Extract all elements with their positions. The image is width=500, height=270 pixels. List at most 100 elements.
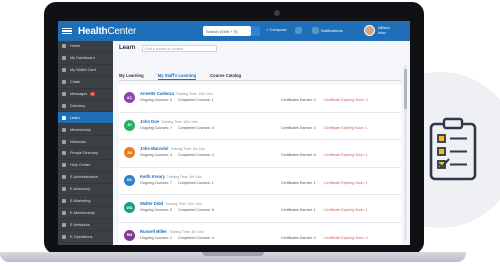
certificate-expiring: Certificate Expiring Soon: 4 xyxy=(324,236,368,240)
apps-button[interactable] xyxy=(295,27,302,34)
table-row[interactable]: WD Walter Didd Training Time: 10hr 14m Ongo… xyxy=(119,195,401,223)
sidebar-item[interactable]: Networks xyxy=(58,136,113,149)
completed-count: 1 xyxy=(211,180,214,185)
staff-name[interactable]: Russell Miller Training Time: 4hr 14m xyxy=(140,229,204,234)
sidebar-item[interactable]: E-Advocacy xyxy=(58,184,113,196)
notifications-label: Notifications xyxy=(321,28,343,33)
sidebar-item[interactable]: E-Operations xyxy=(58,231,113,244)
course-stats: Ongoing Courses: 1 Completed Courses: 4 xyxy=(140,236,214,240)
find-content-input[interactable]: Find a course or content xyxy=(142,45,217,52)
training-time-label: Training Time: xyxy=(175,92,198,96)
tab[interactable]: My Learning xyxy=(119,71,144,80)
course-stats: Ongoing Courses: 5 Completed Courses: 1 xyxy=(140,98,214,102)
nav-icon xyxy=(62,234,66,239)
laptop-notch xyxy=(202,252,264,256)
course-stats: Ongoing Courses: 7 Completed Courses: 1 xyxy=(140,181,214,185)
staff-name[interactable]: Walter Didd Training Time: 10hr 14m xyxy=(140,201,202,206)
sidebar-item-label: E-Networks xyxy=(70,222,90,227)
avatar[interactable]: JM xyxy=(124,147,135,159)
sidebar-item[interactable]: People Directory xyxy=(58,148,113,160)
ongoing-label: Ongoing Courses: xyxy=(140,235,169,240)
training-time: Training Time: 4hr 14m xyxy=(170,147,205,151)
training-time-value: 4hr 14m xyxy=(189,174,202,179)
sidebar-item[interactable]: Learn xyxy=(58,112,113,125)
staff-name[interactable]: Annette Cadenza Training Time: 10hr 14m xyxy=(140,91,213,96)
certificate-expiring: Certificate Expiring Soon: 1 xyxy=(324,126,368,130)
staff-name-text: John Doe xyxy=(140,118,160,124)
tab[interactable]: My Staff's Learning xyxy=(157,71,197,80)
completed-count: 4 xyxy=(211,125,214,130)
notifications-button[interactable]: Notifications xyxy=(312,27,343,34)
table-row[interactable]: KK Keith Kreary Training Time: 4hr 14m Ongo… xyxy=(119,167,401,196)
sidebar-item[interactable]: Directory xyxy=(58,100,113,113)
hamburger-menu-icon[interactable] xyxy=(62,27,72,35)
page-title: Learn xyxy=(119,45,136,51)
tab[interactable]: Course Catalog xyxy=(210,71,241,80)
certs-count: 4 xyxy=(313,235,316,240)
sidebar-item-label: E-Membership xyxy=(70,210,95,215)
certs-count: 1 xyxy=(313,208,316,213)
scrollbar[interactable] xyxy=(404,65,407,241)
ongoing-count: 1 xyxy=(169,235,172,240)
sidebar-item[interactable]: Home xyxy=(58,41,113,53)
avatar[interactable]: KK xyxy=(124,174,135,186)
sidebar-item[interactable]: E-Membership xyxy=(58,207,113,220)
marketing-scene: HealthCenter Search (Shift + S) + Compos… xyxy=(0,0,500,270)
sidebar-item[interactable]: E-Administration xyxy=(58,172,113,184)
sidebar-item[interactable]: My Dashboard xyxy=(58,53,113,65)
training-time-label: Training Time: xyxy=(166,174,189,179)
user-menu[interactable]: Allison Inbo xyxy=(378,25,390,35)
certificates-earned: Certificates Earned: 0 xyxy=(281,98,316,102)
avatar[interactable]: RM xyxy=(124,229,135,241)
nav-icon xyxy=(62,80,66,85)
staff-name[interactable]: John Marvolol Training Time: 4hr 14m xyxy=(140,146,205,151)
sidebar-item[interactable]: Messages 1 xyxy=(58,89,113,101)
app-screen: HealthCenter Search (Shift + S) + Compos… xyxy=(58,21,410,245)
table-row[interactable]: AC Annette Cadenza Training Time: 10hr 14m… xyxy=(119,85,401,113)
completed-courses: Completed Courses: 4 xyxy=(178,153,214,157)
staff-learning-list: AC Annette Cadenza Training Time: 10hr 14m… xyxy=(119,85,401,245)
certs-label: Certificates Earned: xyxy=(281,98,313,102)
completed-count: 1 xyxy=(211,98,214,102)
nav-icon xyxy=(62,92,66,96)
completed-label: Completed Courses: xyxy=(177,153,211,158)
avatar[interactable]: AC xyxy=(124,92,135,103)
search-icon[interactable] xyxy=(251,26,260,36)
avatar[interactable]: WD xyxy=(124,202,135,214)
sidebar-item[interactable]: Help Center xyxy=(58,160,113,172)
table-row[interactable]: JD John Doe Training Time: 10hr 14m Ongoing… xyxy=(119,112,401,141)
sidebar-item[interactable]: Chats xyxy=(58,77,113,89)
sidebar-item[interactable]: E-Marketing xyxy=(58,196,113,208)
completed-count: 4 xyxy=(211,235,214,240)
user-avatar[interactable] xyxy=(364,25,375,36)
sidebar-item[interactable]: My Wallet Card xyxy=(58,65,113,77)
nav-icon xyxy=(62,199,66,204)
staff-name-text: Russell Miller xyxy=(140,228,167,234)
course-stats: Ongoing Courses: 7 Completed Courses: 4 xyxy=(140,126,214,130)
completed-courses: Completed Courses: 5 xyxy=(178,208,214,212)
scrollbar-thumb[interactable] xyxy=(404,69,407,109)
compose-label: + Compose xyxy=(266,27,287,32)
app-logo[interactable]: HealthCenter xyxy=(78,26,136,37)
compose-button[interactable]: + Compose xyxy=(266,27,287,32)
sidebar-item[interactable]: Membership xyxy=(58,124,113,137)
training-time-label: Training Time: xyxy=(170,147,192,152)
table-row[interactable]: JM John Marvolol Training Time: 4hr 14m Ong… xyxy=(119,140,401,168)
sidebar-item-label: Networks xyxy=(70,139,86,144)
staff-name[interactable]: Keith Kreary Training Time: 4hr 14m xyxy=(140,174,202,179)
ongoing-label: Ongoing Courses: xyxy=(140,153,169,158)
nav-icon xyxy=(62,103,66,108)
bell-icon xyxy=(312,27,319,34)
staff-name[interactable]: John Doe Training Time: 10hr 14m xyxy=(140,119,198,124)
unread-badge: 1 xyxy=(90,92,95,96)
ongoing-label: Ongoing Courses: xyxy=(140,125,169,130)
expiring-count: 4 xyxy=(365,235,368,240)
sidebar-item[interactable]: E-Networks xyxy=(58,219,113,232)
ongoing-courses: Ongoing Courses: 7 xyxy=(140,181,172,185)
certs-count: 0 xyxy=(313,98,316,102)
avatar[interactable]: JD xyxy=(124,119,135,131)
table-row[interactable]: RM Russell Miller Training Time: 4hr 14m On… xyxy=(119,222,401,245)
global-search-input[interactable]: Search (Shift + S) xyxy=(203,26,251,36)
main-content: Learn Find a course or content My Learni… xyxy=(115,41,410,245)
ongoing-courses: Ongoing Courses: 4 xyxy=(140,153,172,157)
